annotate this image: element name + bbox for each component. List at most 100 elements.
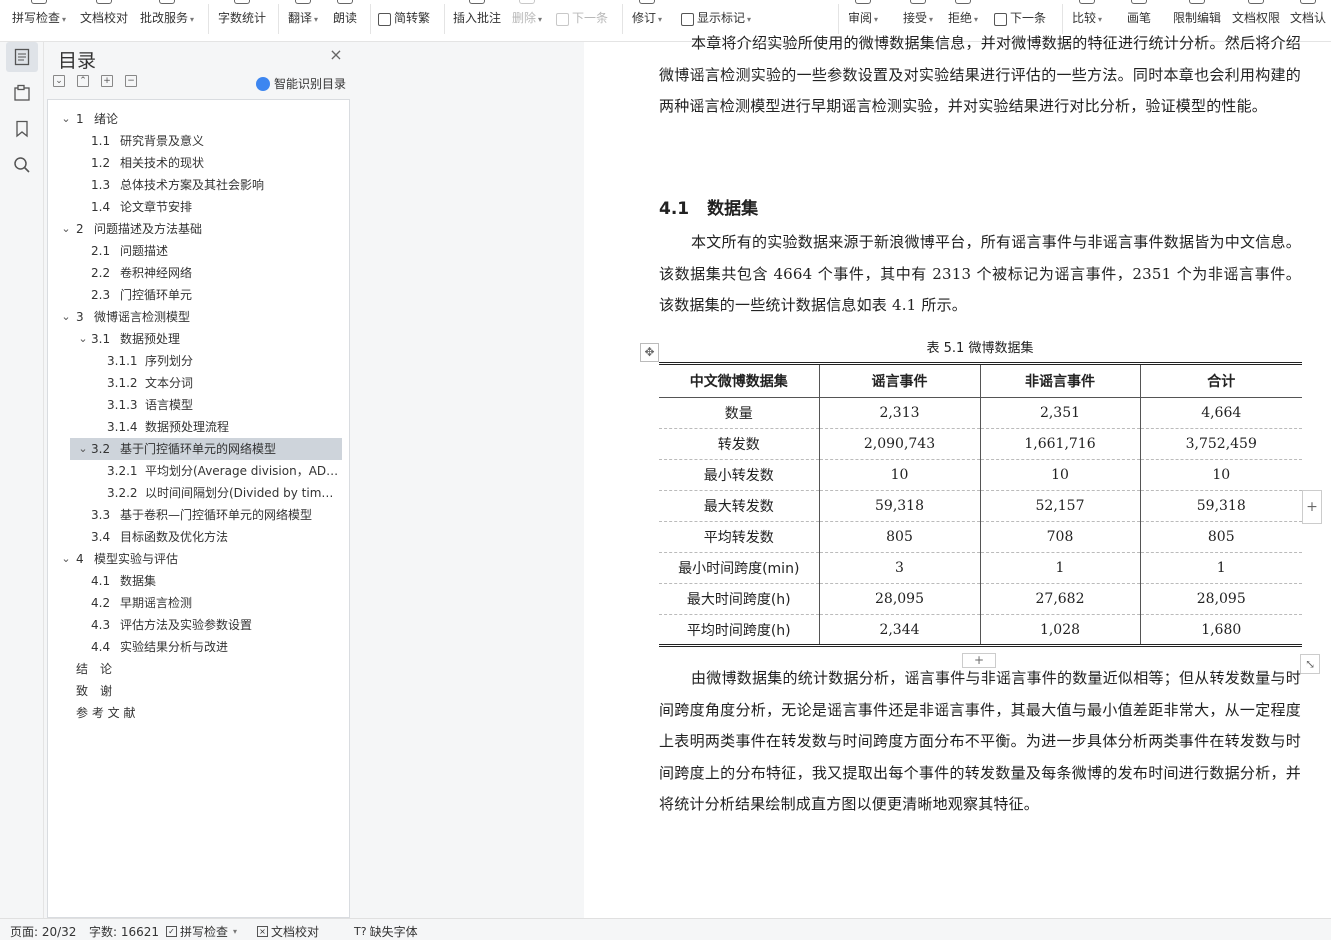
table-cell[interactable]: 2,313 xyxy=(818,397,980,429)
table-row[interactable]: 转发数 2,090,743 1,661,716 3,752,459 xyxy=(659,428,1302,460)
table-cell[interactable]: 2,351 xyxy=(979,397,1140,429)
table-cell[interactable]: 2,090,743 xyxy=(818,428,980,460)
chevron-down-icon[interactable]: ⌄ xyxy=(60,218,72,240)
chevron-down-icon[interactable]: ⌄ xyxy=(60,306,72,328)
chevron-down-icon[interactable]: ⌄ xyxy=(77,438,89,460)
proofread-status[interactable]: × 文档校对 xyxy=(257,923,319,940)
toc-item[interactable]: 1.2 相关技术的现状 xyxy=(48,152,348,174)
toc-item[interactable]: 1.1 研究背景及意义 xyxy=(48,130,348,152)
toc-item[interactable]: ⌄ 2 问题描述及方法基础 xyxy=(48,218,348,240)
toc-icon[interactable] xyxy=(6,42,38,72)
table-cell[interactable]: 52,157 xyxy=(979,490,1140,522)
table-row[interactable]: 最小转发数 10 10 10 xyxy=(659,459,1302,491)
table-row[interactable]: 平均时间跨度(h) 2,344 1,028 1,680 xyxy=(659,614,1302,647)
table-cell[interactable]: 最大时间跨度(h) xyxy=(659,583,819,615)
close-icon[interactable]: × xyxy=(328,47,344,63)
toolbar-button-1[interactable]: 文档校对 xyxy=(80,0,128,42)
toc-item[interactable]: 1.3 总体技术方案及其社会影响 xyxy=(48,174,348,196)
toc-item[interactable]: 3.1.4 数据预处理流程 xyxy=(48,416,348,438)
table-cell[interactable]: 805 xyxy=(1139,521,1302,553)
toolbar-button-9[interactable]: 下一条 xyxy=(556,0,608,42)
chevron-down-icon[interactable]: ⌄ xyxy=(60,108,72,130)
toc-item[interactable]: 参 考 文 献 xyxy=(48,702,348,724)
toc-item[interactable]: 1.4 论文章节安排 xyxy=(48,196,348,218)
table-cell[interactable]: 1 xyxy=(979,552,1140,584)
toc-item[interactable]: ⌄ 3.2 基于门控循环单元的网络模型 xyxy=(70,438,342,460)
table-cell[interactable]: 数量 xyxy=(659,397,819,429)
dataset-table[interactable]: 中文微博数据集 谣言事件 非谣言事件 合计 数量 2,313 2,351 4,664 转发数 2… xyxy=(659,362,1302,647)
toolbar-button-6[interactable]: 简转繁 xyxy=(378,0,430,42)
toc-item[interactable]: 2.2 卷积神经网络 xyxy=(48,262,348,284)
table-cell[interactable]: 最小时间跨度(min) xyxy=(659,552,819,584)
toc-item[interactable]: 3.2.1 平均划分(Average division，AD… xyxy=(48,460,348,482)
toolbar-button-10[interactable]: 修订 ▾ xyxy=(632,0,662,42)
chapter-icon[interactable] xyxy=(6,78,38,108)
toolbar-button-7[interactable]: 插入批注 xyxy=(453,0,501,42)
toolbar-button-2[interactable]: 批改服务 ▾ xyxy=(140,0,194,42)
table-row[interactable]: 最小时间跨度(min) 3 1 1 xyxy=(659,552,1302,584)
expand-up-icon[interactable]: ⌃ xyxy=(77,75,89,87)
table-cell[interactable]: 3 xyxy=(818,552,980,584)
table-cell[interactable]: 27,682 xyxy=(979,583,1140,615)
toc-item[interactable]: 2.3 门控循环单元 xyxy=(48,284,348,306)
table-cell[interactable]: 28,095 xyxy=(1139,583,1302,615)
chevron-down-icon[interactable]: ⌄ xyxy=(77,328,89,350)
toc-item[interactable]: ⌄ 1 绪论 xyxy=(48,108,348,130)
smart-toc-button[interactable]: 智能识别目录 xyxy=(256,75,346,92)
toolbar-button-8[interactable]: 删除 ▾ xyxy=(512,0,542,42)
toolbar-button-3[interactable]: 字数统计 xyxy=(218,0,266,42)
table-cell[interactable]: 28,095 xyxy=(818,583,980,615)
table-cell[interactable]: 59,318 xyxy=(1139,490,1302,522)
table-cell[interactable]: 10 xyxy=(818,459,980,491)
toc-item[interactable]: 2.1 问题描述 xyxy=(48,240,348,262)
add-heading-icon[interactable]: + xyxy=(101,75,113,87)
table-cell[interactable]: 1,028 xyxy=(979,614,1140,647)
missing-font-status[interactable]: T? 缺失字体 xyxy=(354,923,418,940)
table-cell[interactable]: 805 xyxy=(818,521,980,553)
word-count[interactable]: 字数: 16621 xyxy=(89,923,159,940)
toc-item[interactable]: 3.2.2 以时间间隔划分(Divided by tim… xyxy=(48,482,348,504)
bookmark-icon[interactable] xyxy=(6,114,38,144)
search-icon[interactable] xyxy=(6,150,38,180)
toc-item[interactable]: ⌄ 3.1 数据预处理 xyxy=(48,328,348,350)
toc-item[interactable]: ⌄ 3 微博谣言检测模型 xyxy=(48,306,348,328)
table-cell[interactable]: 转发数 xyxy=(659,428,819,460)
page-indicator[interactable]: 页面: 20/32 xyxy=(10,923,76,940)
resize-table-icon[interactable]: ⤡ xyxy=(1300,654,1320,674)
move-table-icon[interactable]: ✥ xyxy=(640,343,659,362)
table-cell[interactable]: 4,664 xyxy=(1139,397,1302,429)
toc-item[interactable]: 4.4 实验结果分析与改进 xyxy=(48,636,348,658)
collapse-all-icon[interactable]: ⌄ xyxy=(53,75,65,87)
table-cell[interactable]: 1 xyxy=(1139,552,1302,584)
table-cell[interactable]: 平均时间跨度(h) xyxy=(659,614,819,647)
table-cell[interactable]: 3,752,459 xyxy=(1139,428,1302,460)
table-cell[interactable]: 1,661,716 xyxy=(979,428,1140,460)
table-cell[interactable]: 最大转发数 xyxy=(659,490,819,522)
section-heading[interactable]: 4.1 数据集 xyxy=(659,194,758,219)
remove-heading-icon[interactable]: − xyxy=(125,75,137,87)
spell-check-status[interactable]: ✓ 拼写检查 ▾ xyxy=(166,923,237,940)
table-row[interactable]: 数量 2,313 2,351 4,664 xyxy=(659,397,1302,429)
table-cell[interactable]: 1,680 xyxy=(1139,614,1302,647)
table-row[interactable]: 最大转发数 59,318 52,157 59,318 xyxy=(659,490,1302,522)
toc-item[interactable]: 3.1.3 语言模型 xyxy=(48,394,348,416)
toc-item[interactable]: 结 论 xyxy=(48,658,348,680)
table-cell[interactable]: 2,344 xyxy=(818,614,980,647)
table-cell[interactable]: 10 xyxy=(979,459,1140,491)
table-cell[interactable]: 59,318 xyxy=(818,490,980,522)
toolbar-button-4[interactable]: 翻译 ▾ xyxy=(288,0,318,42)
toc-item[interactable]: 3.4 目标函数及优化方法 xyxy=(48,526,348,548)
toc-item[interactable]: 3.3 基于卷积—门控循环单元的网络模型 xyxy=(48,504,348,526)
chevron-down-icon[interactable]: ⌄ xyxy=(60,548,72,570)
table-cell[interactable]: 708 xyxy=(979,521,1140,553)
table-cell[interactable]: 最小转发数 xyxy=(659,459,819,491)
toc-item[interactable]: 4.2 早期谣言检测 xyxy=(48,592,348,614)
table-cell[interactable]: 10 xyxy=(1139,459,1302,491)
dataset-paragraph[interactable]: 本文所有的实验数据来源于新浪微博平台，所有谣言事件与非谣言事件数据皆为中文信息。… xyxy=(659,227,1301,322)
table-cell[interactable]: 平均转发数 xyxy=(659,521,819,553)
toolbar-button-5[interactable]: 朗读 xyxy=(333,0,357,42)
toc-item[interactable]: 3.1.1 序列划分 xyxy=(48,350,348,372)
toc-item[interactable]: ⌄ 4 模型实验与评估 xyxy=(48,548,348,570)
table-row[interactable]: 平均转发数 805 708 805 xyxy=(659,521,1302,553)
add-column-icon[interactable]: + xyxy=(1302,490,1322,524)
